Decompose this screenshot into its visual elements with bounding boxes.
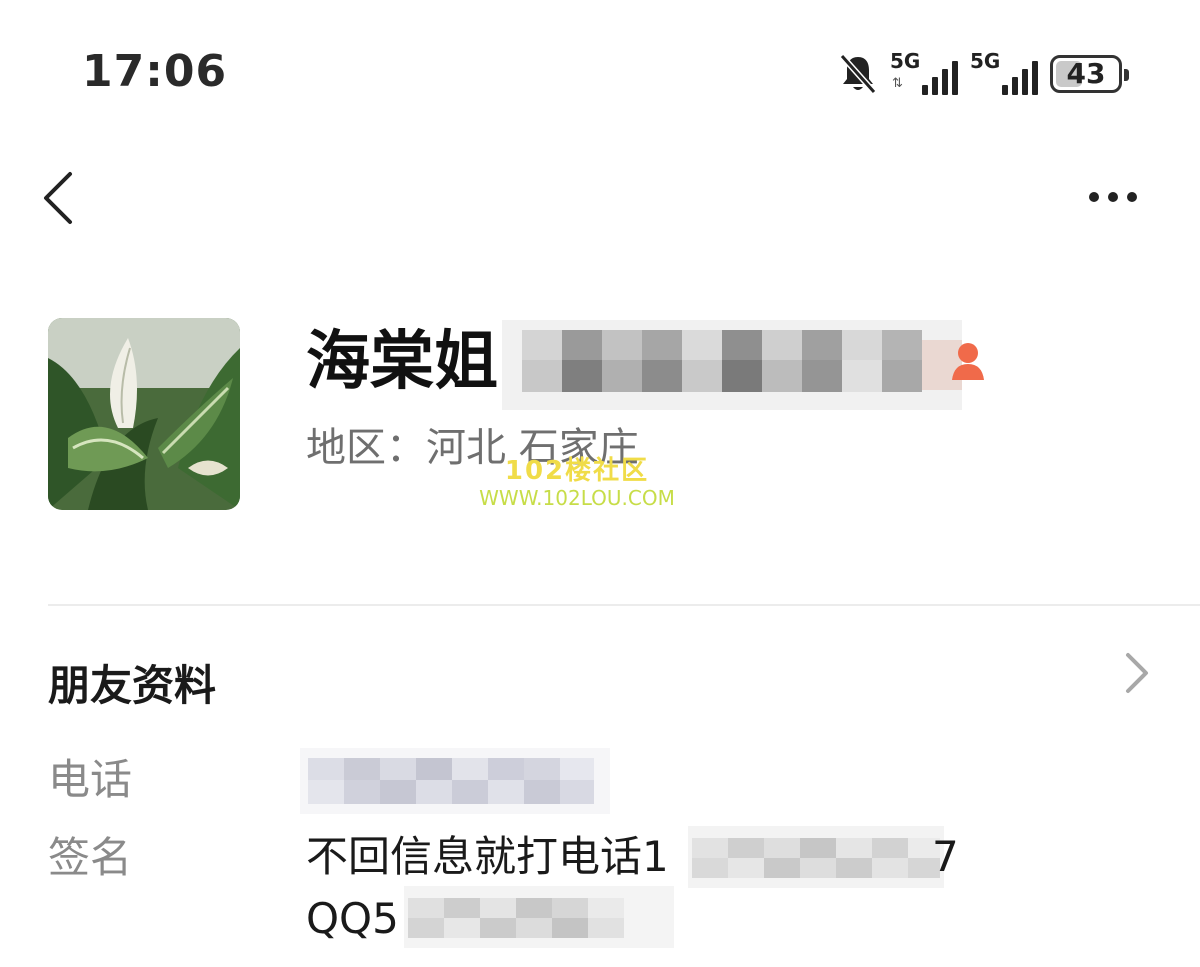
bell-muted-icon [839, 54, 877, 94]
status-time: 17:06 [82, 46, 228, 97]
network-type-label: 5G [970, 49, 1001, 73]
redacted-signature-mosaic [688, 826, 944, 888]
divider [48, 604, 1200, 606]
more-dots-icon[interactable] [1082, 180, 1144, 214]
watermark: 102楼社区 WWW.102LOU.COM [462, 456, 692, 510]
signature-text-line2: QQ5 [306, 894, 399, 943]
watermark-url: WWW.102LOU.COM [479, 486, 675, 510]
signal-bars-icon [1002, 61, 1038, 95]
redacted-name-mosaic [502, 320, 962, 410]
watermark-title: 102楼社区 [504, 456, 650, 486]
signature-text-end: 7 [932, 832, 959, 881]
redacted-phone-mosaic [300, 748, 610, 814]
female-icon [952, 343, 984, 380]
data-arrows-icon: ⇅ [892, 76, 903, 91]
signal-bars-icon [922, 61, 958, 95]
signal-5g-icon: 5G ⇅ [890, 51, 958, 97]
chevron-left-icon[interactable] [40, 170, 84, 226]
network-type-label: 5G [890, 49, 921, 73]
chevron-right-icon[interactable] [1118, 650, 1154, 696]
redacted-qq-mosaic [404, 886, 674, 948]
friend-info-title[interactable]: 朋友资料 [48, 658, 216, 714]
signal-5g-icon: 5G [970, 51, 1038, 97]
battery-level: 43 [1066, 57, 1106, 90]
signature-text-line1: 不回信息就打电话1 [306, 832, 669, 881]
phone-label: 电话 [48, 755, 133, 804]
battery-nub [1124, 69, 1129, 81]
avatar[interactable] [48, 318, 240, 510]
signature-label: 签名 [48, 833, 133, 882]
status-icons: 5G ⇅ 5G 43 [838, 48, 1129, 100]
battery-icon: 43 [1050, 55, 1129, 93]
